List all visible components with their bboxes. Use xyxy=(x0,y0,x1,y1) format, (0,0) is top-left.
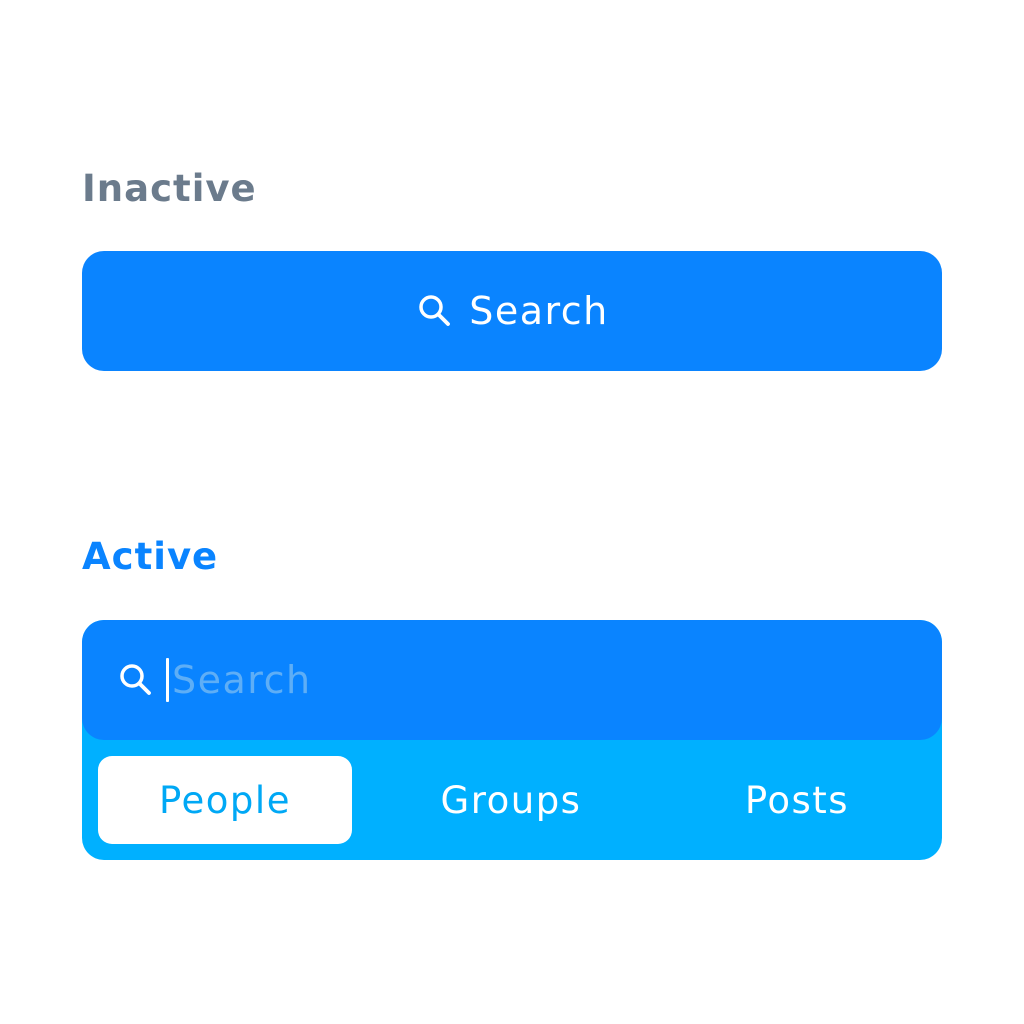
search-button[interactable]: Search xyxy=(82,251,942,371)
inactive-section-label: Inactive xyxy=(82,167,257,210)
tab-posts[interactable]: Posts xyxy=(670,756,924,844)
text-caret xyxy=(166,658,169,702)
tab-groups[interactable]: Groups xyxy=(384,756,638,844)
search-icon xyxy=(415,291,455,331)
tab-people[interactable]: People xyxy=(98,756,352,844)
search-button-label: Search xyxy=(469,289,609,333)
search-input[interactable] xyxy=(172,650,892,710)
search-icon xyxy=(116,660,156,700)
active-section-label: Active xyxy=(82,535,219,578)
search-field[interactable] xyxy=(82,620,942,740)
